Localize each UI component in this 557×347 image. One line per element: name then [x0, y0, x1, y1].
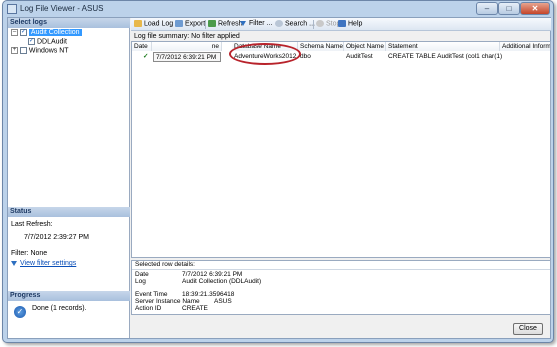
detail-value: ASUS — [214, 298, 232, 305]
cell-object-name[interactable]: AuditTest — [344, 52, 386, 62]
maximize-button[interactable]: □ — [498, 2, 520, 15]
tree-node-label: Audit Collection — [28, 29, 82, 37]
refresh-icon — [208, 20, 216, 27]
table-row[interactable]: ✓ 7/7/2012 6:39:21 PM AdventureWorks2012… — [132, 52, 550, 62]
select-logs-header: Select logs — [8, 18, 130, 28]
tree-node-ddlaudit[interactable]: ✓ DDLAudit — [28, 38, 67, 45]
client-area: Select logs – ✓ Audit Collection ✓ DDLAu… — [7, 17, 551, 339]
details-header: Selected row details: — [135, 261, 195, 268]
search-button[interactable]: Search ... — [275, 20, 315, 27]
column-header-date[interactable]: Date — [132, 42, 152, 51]
toolbar-separator — [313, 20, 314, 29]
row-check-icon: ✓ — [143, 53, 149, 60]
checkbox-windows-nt[interactable] — [19, 47, 27, 54]
filter-icon — [11, 260, 17, 266]
minimize-button[interactable]: – — [476, 2, 498, 15]
help-button[interactable]: Help — [338, 20, 362, 27]
load-log-label: Load Log — [144, 20, 174, 28]
detail-label: Server Instance Name — [135, 298, 200, 305]
expand-icon[interactable]: + — [11, 47, 18, 54]
export-icon — [175, 20, 183, 27]
search-label: Search ... — [285, 20, 315, 28]
detail-value: 7/7/2012 6:39:21 PM — [182, 271, 243, 278]
export-button[interactable]: Export — [175, 20, 205, 27]
cell-date[interactable]: 7/7/2012 6:39:21 PM — [153, 52, 221, 62]
tree-node-windows-nt[interactable]: + Windows NT — [11, 47, 69, 54]
filter-icon — [240, 20, 246, 26]
refresh-label: Refresh — [218, 20, 243, 28]
row-details-panel: Selected row details: Date 7/7/2012 6:39… — [131, 260, 551, 315]
status-header: Status — [8, 207, 130, 217]
cell-statement[interactable]: CREATE TABLE AuditTest (col1 char(1)); — [386, 52, 502, 62]
checkbox-audit-collection[interactable]: ✓ — [19, 29, 27, 36]
view-filter-settings-link[interactable]: View filter settings — [11, 260, 76, 267]
detail-value: Audit Collection (DDLAudit) — [182, 278, 262, 285]
column-header-object-name[interactable]: Object Name — [344, 42, 386, 51]
checkbox-ddlaudit[interactable]: ✓ — [28, 38, 35, 45]
detail-value: CREATE — [182, 305, 208, 312]
tree-node-label: DDLAudit — [36, 38, 67, 46]
export-label: Export — [185, 20, 206, 28]
close-window-button[interactable]: ✕ — [520, 2, 550, 15]
detail-label: Event Time — [135, 291, 168, 298]
column-header-additional-information[interactable]: Additional Information — [500, 42, 550, 51]
title-bar[interactable]: Log File Viewer - ASUS – □ ✕ — [3, 1, 553, 17]
column-header-schema-name[interactable]: Schema Name — [298, 42, 344, 51]
last-refresh-value: 7/7/2012 2:39:27 PM — [24, 234, 89, 241]
cell-schema-name[interactable]: dbo — [298, 52, 344, 62]
log-file-viewer-window: Log File Viewer - ASUS – □ ✕ Select logs… — [2, 0, 554, 343]
toolbar-separator — [205, 20, 206, 29]
done-check-icon: ✓ — [14, 306, 26, 318]
load-log-button[interactable]: Load Log — [134, 20, 173, 27]
highlight-oval — [229, 43, 301, 65]
details-divider — [132, 269, 550, 270]
log-grid[interactable]: Date ne Database Name Schema Name Object… — [131, 41, 551, 258]
detail-label: Action ID — [135, 305, 162, 312]
right-pane: Load Log Export Refresh Filter ... Searc… — [131, 18, 551, 338]
search-icon — [275, 20, 283, 27]
filter-status: Filter: None — [11, 250, 48, 257]
last-refresh-label: Last Refresh: — [11, 221, 53, 228]
tree-node-label: Windows NT — [28, 47, 69, 55]
refresh-button[interactable]: Refresh — [208, 20, 243, 27]
detail-value: 18:39:21.3596418 — [182, 291, 235, 298]
stop-icon — [316, 20, 324, 27]
progress-text: Done (1 records). — [32, 305, 87, 312]
help-label: Help — [348, 20, 363, 28]
window-title: Log File Viewer - ASUS — [20, 4, 104, 13]
stop-button[interactable]: Stop — [316, 20, 340, 27]
folder-icon — [134, 20, 142, 27]
detail-label: Log — [135, 278, 146, 285]
tree-node-audit-collection[interactable]: – ✓ Audit Collection — [11, 29, 82, 37]
log-summary-bar: Log file summary: No filter applied — [134, 33, 240, 40]
close-button[interactable]: Close — [513, 323, 543, 335]
detail-label: Date — [135, 271, 149, 278]
progress-header: Progress — [8, 291, 130, 301]
view-filter-link-text[interactable]: View filter settings — [20, 260, 76, 267]
help-icon — [338, 20, 346, 27]
toolbar: Load Log Export Refresh Filter ... Searc… — [131, 18, 551, 31]
collapse-icon[interactable]: – — [11, 29, 18, 36]
left-pane: Select logs – ✓ Audit Collection ✓ DDLAu… — [8, 18, 130, 338]
column-header-partial[interactable]: ne — [152, 42, 222, 51]
filter-button[interactable]: Filter ... — [240, 20, 272, 27]
filter-label: Filter ... — [249, 20, 273, 27]
column-header-statement[interactable]: Statement — [386, 42, 500, 51]
app-icon — [7, 4, 17, 14]
